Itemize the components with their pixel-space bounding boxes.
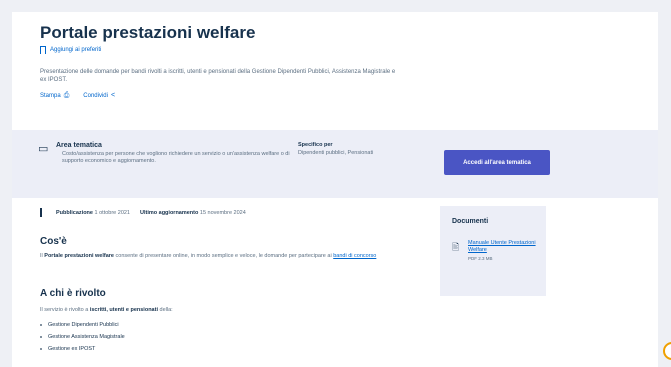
document-link[interactable]: Manuale Utente Prestazioni Welfare — [468, 240, 538, 254]
what-prefix: Il — [40, 253, 43, 259]
page-sheet: Portale prestazioni welfare Aggiungi ai … — [12, 12, 658, 367]
print-button[interactable]: Stampa ⎙ — [40, 92, 69, 100]
folder-icon: ▭ — [38, 143, 49, 155]
updated-value: 15 novembre 2024 — [199, 209, 246, 216]
print-label: Stampa — [40, 93, 61, 99]
page-header: Portale prestazioni welfare Aggiungi ai … — [40, 22, 620, 100]
who-prefix: Il servizio è rivolto a — [40, 307, 89, 313]
meta-bar — [40, 208, 42, 217]
topic-band: ▭ Area tematica Costo/assistenza per per… — [12, 130, 658, 198]
favourite-label: Aggiungi ai preferiti — [50, 47, 102, 53]
list-item-label: Gestione Assistenza Magistrale — [48, 334, 125, 340]
who-paragraph: Il servizio è rivolto a iscritti, utenti… — [40, 306, 410, 315]
documents-title: Documenti — [452, 218, 489, 225]
who-bold: iscritti, utenti e pensionati — [89, 307, 158, 313]
page-title: Portale prestazioni welfare — [40, 23, 256, 42]
list-item-label: Gestione Dipendenti Pubblici — [48, 322, 119, 328]
what-heading: Cos'è — [40, 236, 67, 247]
list-item: Gestione Assistenza Magistrale — [40, 334, 125, 340]
document-size: PDF 2.3 MB — [468, 256, 493, 261]
topic-spec: Specifico per Dipendenti pubblici, Pensi… — [298, 142, 418, 156]
share-label: Condividi — [83, 93, 108, 99]
list-item: Gestione Dipendenti Pubblici — [40, 322, 125, 328]
bookmark-icon — [40, 46, 46, 54]
topic-label: Area tematica — [56, 142, 102, 149]
topic-area: ▭ Area tematica Costo/assistenza per per… — [38, 142, 298, 165]
spec-label: Specifico per — [298, 142, 333, 148]
who-list: Gestione Dipendenti Pubblici Gestione As… — [40, 322, 125, 358]
list-item: Gestione ex IPOST — [40, 346, 125, 352]
topic-text: Costo/assistenza per persone che voglion… — [62, 151, 290, 164]
printer-icon: ⎙ — [63, 92, 70, 99]
updated: Ultimo aggiornamento 15 novembre 2024 — [140, 210, 246, 216]
what-paragraph: Il Portale prestazioni welfare consente … — [40, 252, 410, 261]
documents-box: Documenti 🖹 Manuale Utente Prestazioni W… — [440, 206, 546, 296]
page-actions: Stampa ⎙ Condividi < — [40, 92, 620, 100]
topic-button[interactable]: Accedi all'area tematica — [444, 150, 550, 175]
spec-text: Dipendenti pubblici, Pensionati — [298, 150, 374, 156]
updated-label: Ultimo aggiornamento — [140, 209, 199, 216]
published-label: Pubblicazione — [56, 209, 93, 216]
what-rest: consente di presentare online, in modo s… — [115, 253, 332, 259]
who-rest: della: — [159, 307, 173, 313]
who-heading: A chi è rivolto — [40, 288, 106, 299]
share-button[interactable]: Condividi < — [83, 92, 115, 100]
publication-meta: Pubblicazione 1 ottobre 2021 Ultimo aggi… — [40, 208, 246, 217]
document-icon: 🖹 — [452, 242, 460, 252]
published-value: 1 ottobre 2021 — [94, 209, 130, 216]
published: Pubblicazione 1 ottobre 2021 — [56, 210, 130, 216]
what-bold: Portale prestazioni welfare — [44, 253, 114, 259]
favourite-link[interactable]: Aggiungi ai preferiti — [40, 46, 620, 54]
help-bubble-icon[interactable] — [663, 342, 671, 360]
list-item-label: Gestione ex IPOST — [48, 346, 96, 352]
share-icon: < — [110, 92, 116, 99]
page-description: Presentazione delle domande per bandi ri… — [40, 69, 396, 83]
bandi-link[interactable]: bandi di concorso — [333, 253, 376, 259]
